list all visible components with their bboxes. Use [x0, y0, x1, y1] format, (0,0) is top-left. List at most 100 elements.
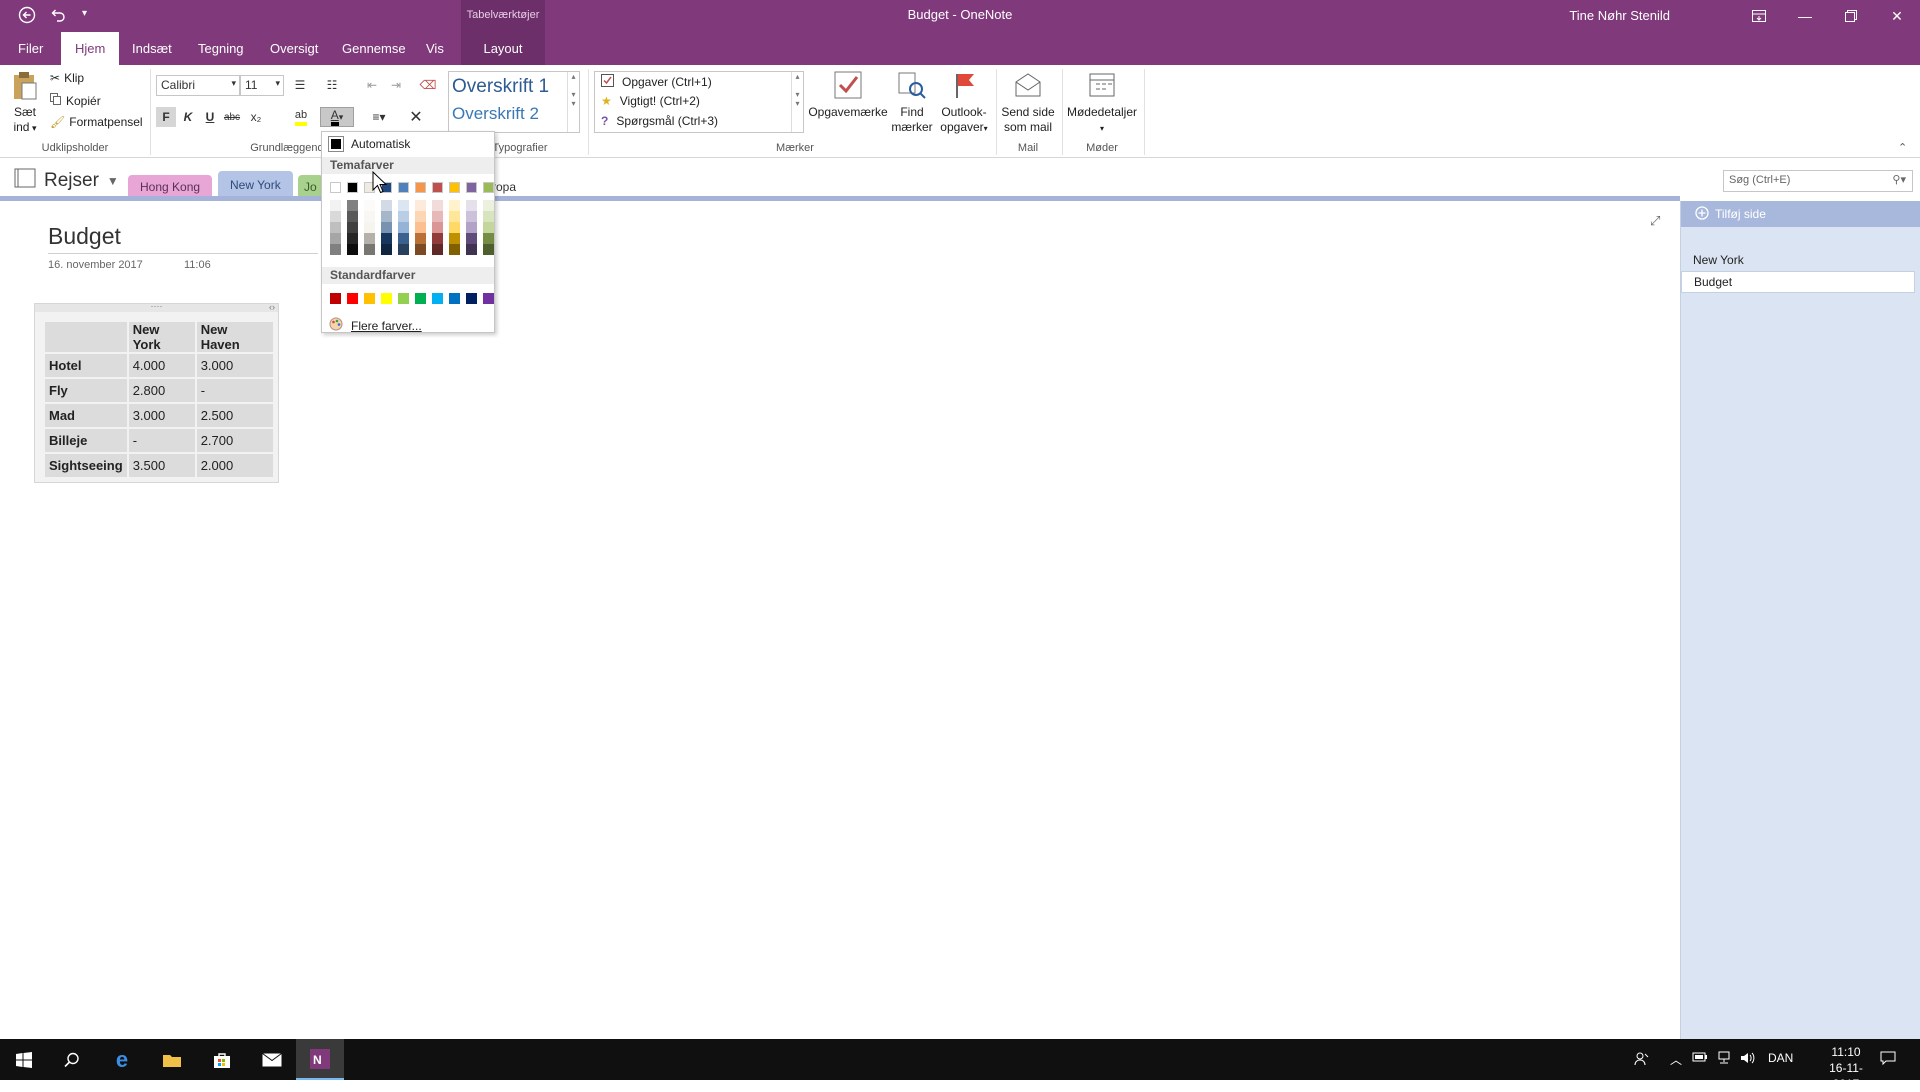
- theme-color-shade-swatch[interactable]: [415, 200, 426, 211]
- standard-color-swatch[interactable]: [415, 293, 426, 304]
- theme-color-shade-swatch[interactable]: [364, 233, 375, 244]
- tag-todo[interactable]: Opgaver (Ctrl+1): [601, 74, 712, 90]
- table-cell[interactable]: -: [126, 427, 197, 454]
- input-language[interactable]: DAN: [1768, 1051, 1793, 1065]
- theme-color-shade-swatch[interactable]: [330, 244, 341, 255]
- bullets-icon[interactable]: ☰: [290, 75, 310, 95]
- tag-important[interactable]: ★ Vigtigt! (Ctrl+2): [601, 94, 700, 108]
- notebook-selector[interactable]: Rejser ▼: [14, 168, 119, 194]
- mail-icon[interactable]: [248, 1039, 296, 1080]
- tab-home[interactable]: Hjem: [61, 32, 120, 65]
- theme-color-shade-swatch[interactable]: [432, 244, 443, 255]
- theme-color-shade-swatch[interactable]: [449, 222, 460, 233]
- page-list-item-selected[interactable]: Budget: [1681, 271, 1915, 293]
- table-header-cell[interactable]: [43, 320, 129, 354]
- font-name-field[interactable]: Calibri ▾: [156, 75, 240, 96]
- standard-color-swatch[interactable]: [381, 293, 392, 304]
- theme-color-swatch[interactable]: [347, 182, 358, 193]
- numbering-icon[interactable]: ☷: [322, 75, 342, 95]
- theme-color-shade-swatch[interactable]: [330, 211, 341, 222]
- people-icon[interactable]: [1634, 1051, 1650, 1070]
- theme-color-shade-swatch[interactable]: [347, 211, 358, 222]
- strikethrough-button[interactable]: abc: [222, 107, 242, 127]
- delete-icon[interactable]: ✕: [406, 107, 426, 127]
- theme-color-shade-swatch[interactable]: [364, 222, 375, 233]
- theme-color-shade-swatch[interactable]: [466, 244, 477, 255]
- gallery-scroll-icon[interactable]: ▴ ▾ ▾: [791, 72, 803, 132]
- table-cell[interactable]: 2.000: [194, 452, 275, 479]
- theme-color-shade-swatch[interactable]: [483, 244, 494, 255]
- search-icon[interactable]: ⚲▾: [1892, 173, 1906, 186]
- theme-color-shade-swatch[interactable]: [449, 211, 460, 222]
- theme-color-shade-swatch[interactable]: [432, 222, 443, 233]
- container-drag-handle[interactable]: ····: [35, 302, 278, 312]
- standard-color-swatch[interactable]: [483, 293, 494, 304]
- theme-color-shade-swatch[interactable]: [466, 211, 477, 222]
- theme-color-shade-swatch[interactable]: [466, 222, 477, 233]
- bold-button[interactable]: F: [156, 107, 176, 127]
- theme-color-shade-swatch[interactable]: [398, 211, 409, 222]
- theme-color-shade-swatch[interactable]: [449, 233, 460, 244]
- cut-button[interactable]: ✂ Klip: [50, 71, 84, 85]
- search-icon[interactable]: [48, 1039, 96, 1080]
- store-icon[interactable]: [198, 1039, 246, 1080]
- battery-icon[interactable]: [1692, 1051, 1708, 1066]
- action-center-icon[interactable]: [1880, 1051, 1896, 1068]
- table-cell[interactable]: 3.000: [126, 402, 197, 429]
- theme-color-shade-swatch[interactable]: [466, 233, 477, 244]
- theme-color-shade-swatch[interactable]: [398, 244, 409, 255]
- table-header-cell[interactable]: New Haven: [194, 320, 275, 354]
- clear-formatting-icon[interactable]: ⌫: [418, 75, 438, 95]
- decrease-indent-icon[interactable]: ⇤: [362, 75, 382, 95]
- table-cell[interactable]: Sightseeing: [43, 452, 129, 479]
- theme-color-shade-swatch[interactable]: [432, 233, 443, 244]
- theme-color-shade-swatch[interactable]: [415, 233, 426, 244]
- more-colors-option[interactable]: Flere farver...: [329, 317, 422, 334]
- table-cell[interactable]: 2.500: [194, 402, 275, 429]
- tab-review[interactable]: Gennemse: [328, 32, 420, 65]
- table-cell[interactable]: -: [194, 377, 275, 404]
- theme-color-shade-swatch[interactable]: [381, 244, 392, 255]
- automatic-color-option[interactable]: Automatisk: [328, 136, 410, 152]
- font-color-button[interactable]: A ▾: [320, 107, 354, 127]
- theme-color-shade-swatch[interactable]: [347, 222, 358, 233]
- theme-color-shade-swatch[interactable]: [398, 222, 409, 233]
- page-title[interactable]: Budget: [48, 223, 121, 250]
- theme-color-shade-swatch[interactable]: [466, 200, 477, 211]
- theme-color-shade-swatch[interactable]: [449, 200, 460, 211]
- theme-color-shade-swatch[interactable]: [381, 222, 392, 233]
- theme-color-shade-swatch[interactable]: [432, 200, 443, 211]
- style-heading-1[interactable]: Overskrift 1: [452, 76, 549, 98]
- restore-button[interactable]: [1828, 0, 1874, 32]
- outlook-tasks-button[interactable]: Outlook- opgaver▾: [936, 69, 992, 136]
- find-tags-button[interactable]: Find mærker: [888, 69, 936, 135]
- table-header-cell[interactable]: New York: [126, 320, 197, 354]
- theme-color-shade-swatch[interactable]: [381, 211, 392, 222]
- theme-color-swatch[interactable]: [330, 182, 341, 193]
- meeting-details-button[interactable]: Mødedetaljer ▾: [1064, 69, 1140, 136]
- table-cell[interactable]: 3.000: [194, 352, 275, 379]
- copy-button[interactable]: Kopiér: [50, 93, 101, 108]
- ribbon-display-options-icon[interactable]: [1736, 0, 1782, 32]
- theme-color-swatch[interactable]: [483, 182, 494, 193]
- underline-button[interactable]: U: [200, 107, 220, 127]
- note-container[interactable]: ···· ‹› New York New Haven Hotel 4.000 3…: [34, 302, 279, 483]
- theme-color-shade-swatch[interactable]: [483, 233, 494, 244]
- windows-start-icon[interactable]: [0, 1039, 48, 1080]
- table-cell[interactable]: Mad: [43, 402, 129, 429]
- highlight-button[interactable]: ab: [288, 107, 314, 127]
- tab-insert[interactable]: Indsæt: [118, 32, 186, 65]
- table-cell[interactable]: 2.800: [126, 377, 197, 404]
- standard-color-swatch[interactable]: [398, 293, 409, 304]
- show-hidden-icons-icon[interactable]: ︿: [1670, 1051, 1682, 1068]
- table-cell[interactable]: 4.000: [126, 352, 197, 379]
- theme-color-shade-swatch[interactable]: [381, 200, 392, 211]
- theme-color-shade-swatch[interactable]: [398, 200, 409, 211]
- standard-color-swatch[interactable]: [466, 293, 477, 304]
- search-input[interactable]: Søg (Ctrl+E) ⚲▾: [1723, 170, 1913, 192]
- theme-color-shade-swatch[interactable]: [330, 233, 341, 244]
- theme-color-shade-swatch[interactable]: [330, 222, 341, 233]
- subscript-button[interactable]: x₂: [246, 107, 266, 127]
- theme-color-shade-swatch[interactable]: [415, 244, 426, 255]
- style-heading-2[interactable]: Overskrift 2: [452, 104, 539, 124]
